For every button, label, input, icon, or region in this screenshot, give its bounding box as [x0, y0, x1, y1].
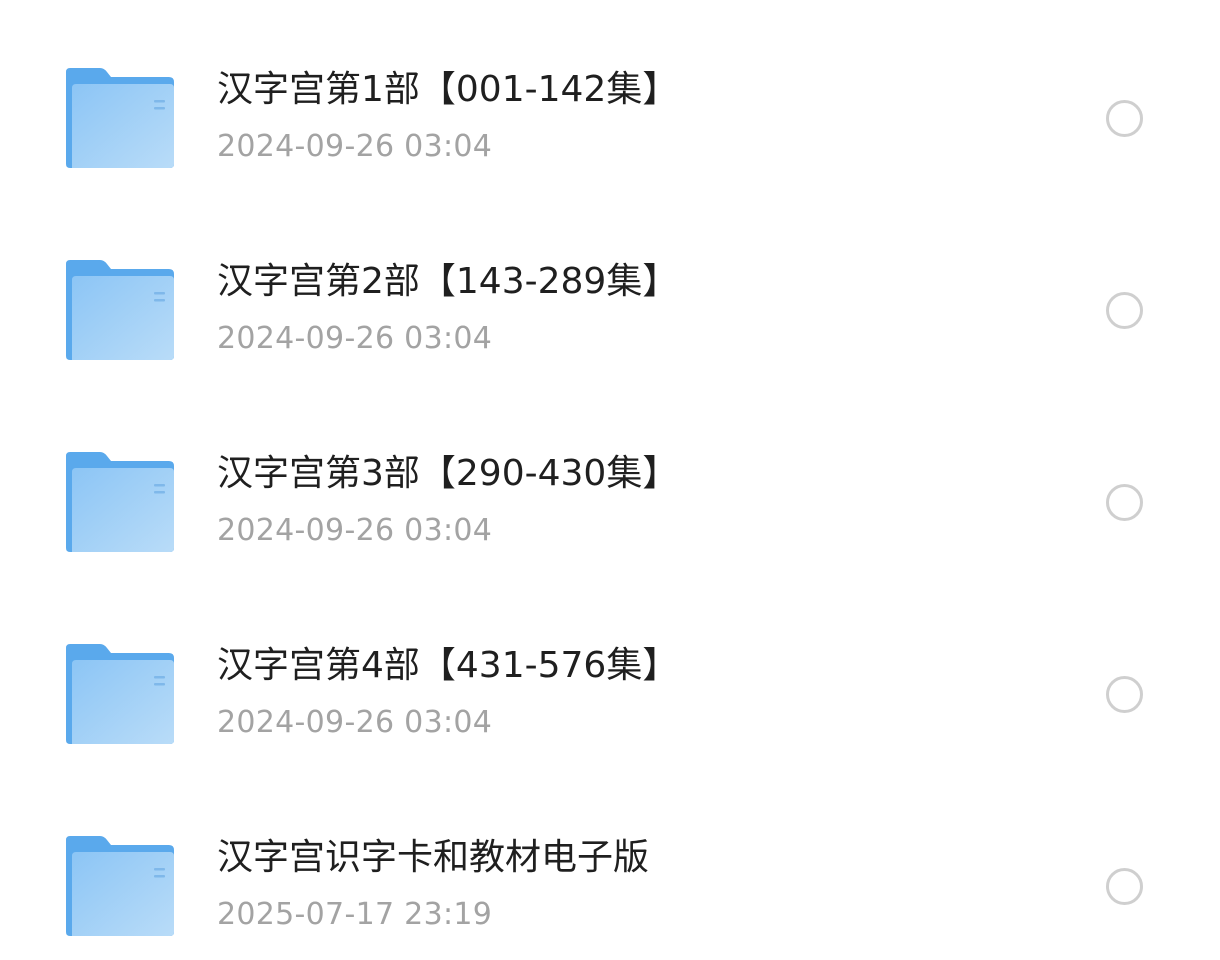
folder-name: 汉字宫识字卡和教材电子版 — [217, 837, 650, 878]
select-checkbox[interactable] — [1106, 484, 1143, 521]
folder-icon — [66, 644, 174, 744]
folder-name: 汉字宫第3部【290-430集】 — [217, 453, 679, 494]
select-checkbox[interactable] — [1106, 868, 1143, 905]
folder-icon — [66, 68, 174, 168]
list-item[interactable]: 汉字宫第3部【290-430集】 2024-09-26 03:04 — [0, 384, 1220, 576]
folder-date: 2024-09-26 03:04 — [217, 129, 493, 164]
folder-date: 2025-07-17 23:19 — [217, 897, 493, 932]
folder-icon — [66, 260, 174, 360]
folder-name: 汉字宫第4部【431-576集】 — [217, 645, 679, 686]
folder-icon — [66, 452, 174, 552]
folder-name: 汉字宫第1部【001-142集】 — [217, 69, 679, 110]
folder-name: 汉字宫第2部【143-289集】 — [217, 261, 679, 302]
select-checkbox[interactable] — [1106, 100, 1143, 137]
select-checkbox[interactable] — [1106, 676, 1143, 713]
list-item[interactable]: 汉字宫第2部【143-289集】 2024-09-26 03:04 — [0, 192, 1220, 384]
select-checkbox[interactable] — [1106, 292, 1143, 329]
list-item[interactable]: 汉字宫识字卡和教材电子版 2025-07-17 23:19 — [0, 768, 1220, 960]
list-item[interactable]: 汉字宫第4部【431-576集】 2024-09-26 03:04 — [0, 576, 1220, 768]
folder-icon — [66, 836, 174, 936]
folder-date: 2024-09-26 03:04 — [217, 513, 493, 548]
folder-date: 2024-09-26 03:04 — [217, 705, 493, 740]
list-item[interactable]: 汉字宫第1部【001-142集】 2024-09-26 03:04 — [0, 0, 1220, 192]
file-list: 汉字宫第1部【001-142集】 2024-09-26 03:04 汉字宫第2部… — [0, 0, 1220, 957]
folder-date: 2024-09-26 03:04 — [217, 321, 493, 356]
